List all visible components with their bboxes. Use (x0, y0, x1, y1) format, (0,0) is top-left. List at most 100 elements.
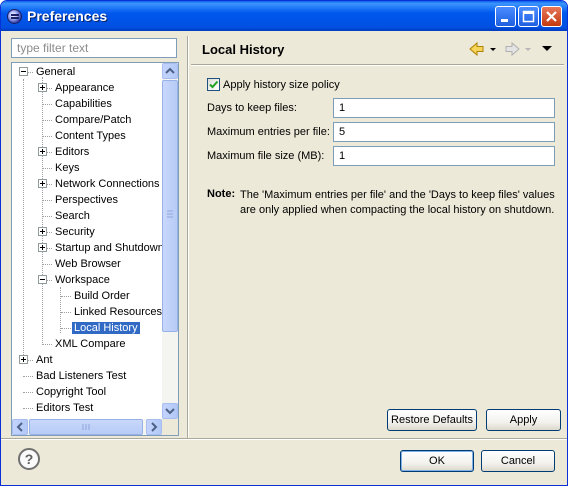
tree-connector (61, 296, 71, 297)
scroll-right-button[interactable] (146, 419, 162, 435)
max-entries-input[interactable] (333, 122, 555, 142)
tree-connector (42, 120, 52, 121)
collapse-icon[interactable] (38, 275, 47, 284)
tree-item[interactable]: XML Compare (55, 336, 126, 352)
tree-item[interactable]: General (36, 64, 75, 80)
horizontal-scroll-thumb[interactable] (29, 419, 143, 435)
expand-icon[interactable] (38, 227, 47, 236)
back-button[interactable] (468, 40, 498, 58)
note-text: The 'Maximum entries per file' and the '… (240, 189, 555, 216)
scroll-thumb[interactable] (162, 80, 178, 332)
tree-horizontal-scrollbar[interactable] (12, 419, 162, 435)
expand-icon[interactable] (38, 243, 47, 252)
days-to-keep-label: Days to keep files: (207, 102, 297, 114)
preference-tree[interactable]: General Appearance Capabilities Compare/Pat… (11, 62, 179, 436)
arrow-right-icon (505, 41, 531, 57)
tree-item-label: Content Types (55, 130, 126, 142)
minimize-button[interactable] (495, 6, 516, 27)
tree-item-label: Build Order (74, 290, 130, 302)
tree-item[interactable]: Workspace (55, 272, 110, 288)
view-menu-button[interactable] (539, 40, 555, 58)
tree-item[interactable]: Perspectives (55, 192, 118, 208)
footer-separator (1, 438, 567, 440)
page-title: Local History (202, 42, 285, 57)
tree-item[interactable]: Compare/Patch (55, 112, 131, 128)
tree-item[interactable]: Content Types (55, 128, 126, 144)
tree-item[interactable]: Linked Resources (74, 304, 162, 320)
tree-guide (42, 77, 43, 345)
expand-icon[interactable] (38, 147, 47, 156)
scroll-corner (162, 419, 178, 435)
chevron-left-icon (16, 422, 23, 432)
apply-policy-label[interactable]: Apply history size policy (223, 79, 340, 91)
tree-item-label: Search (55, 210, 90, 222)
note-label: Note: (207, 188, 236, 200)
minimize-icon (501, 19, 508, 22)
tree-item[interactable]: Editors Test (36, 400, 93, 416)
arrow-left-icon (469, 41, 496, 57)
tree-item-label: Keys (55, 162, 80, 174)
apply-button[interactable]: Apply (486, 409, 561, 431)
tree-item[interactable]: Editors (55, 144, 89, 160)
scroll-up-button[interactable] (162, 63, 178, 79)
tree-item-label: Editors (55, 146, 90, 158)
grip-icon (167, 210, 173, 218)
tree-item[interactable]: Copyright Tool (36, 384, 106, 400)
help-button[interactable]: ? (18, 448, 40, 470)
ok-button[interactable]: OK (400, 450, 474, 472)
cancel-button[interactable]: Cancel (481, 450, 555, 472)
tree-item[interactable]: Keys (55, 160, 79, 176)
tree-item[interactable]: Network Connections (55, 176, 160, 192)
tree-connector (42, 264, 52, 265)
tree-item-label: Web Browser (55, 258, 121, 270)
tree-item-label: Compare/Patch (55, 114, 132, 126)
tree-item-label: Workspace (55, 274, 110, 286)
close-icon (546, 11, 557, 22)
tree-connector (42, 200, 52, 201)
forward-button (503, 40, 533, 58)
tree-item[interactable]: Startup and Shutdown (55, 240, 162, 256)
restore-defaults-button[interactable]: Restore Defaults (387, 409, 477, 431)
expand-icon[interactable] (38, 83, 47, 92)
max-file-size-input[interactable] (333, 146, 555, 166)
tree-item[interactable]: Local History (72, 320, 140, 336)
tree-item[interactable]: Capabilities (55, 96, 112, 112)
title-bar[interactable]: Preferences (1, 1, 567, 31)
tree-item-label: Bad Listeners Test (36, 370, 127, 382)
tree-item[interactable]: Web Browser (55, 256, 121, 272)
tree-item-label: Editors Test (36, 402, 94, 414)
eclipse-icon (7, 9, 22, 24)
tree-item[interactable]: Bad Listeners Test (36, 368, 126, 384)
tree-item[interactable]: Ant (36, 352, 53, 368)
tree-item[interactable]: Appearance (55, 80, 114, 96)
maximize-button[interactable] (518, 6, 539, 27)
tree-connector (23, 376, 33, 377)
expand-icon[interactable] (19, 355, 28, 364)
tree-connector (42, 216, 52, 217)
tree-item-label: Linked Resources (74, 306, 162, 318)
tree-connector (61, 312, 71, 313)
tree-connector (42, 168, 52, 169)
title-separator (191, 64, 564, 66)
tree-item-label: Perspectives (55, 194, 118, 206)
filter-input[interactable] (11, 38, 177, 58)
tree-guide (60, 287, 61, 333)
collapse-icon[interactable] (19, 67, 28, 76)
tree-item[interactable]: Search (55, 208, 90, 224)
close-button[interactable] (541, 6, 562, 27)
scroll-left-button[interactable] (12, 419, 28, 435)
tree-item-label: Ant (36, 354, 53, 366)
max-file-size-label: Maximum file size (MB): (207, 150, 325, 162)
tree-item-label: Appearance (55, 82, 115, 94)
days-to-keep-input[interactable] (333, 98, 555, 118)
tree-vertical-scrollbar[interactable] (162, 63, 178, 419)
scroll-down-button[interactable] (162, 403, 178, 419)
panel-divider[interactable] (187, 36, 189, 438)
tree-item[interactable]: Build Order (74, 288, 130, 304)
tree-item[interactable]: Security (55, 224, 95, 240)
apply-policy-checkbox[interactable] (207, 78, 220, 91)
checkmark-icon (209, 80, 219, 89)
tree-guide (23, 79, 24, 359)
grip-icon (82, 424, 90, 430)
expand-icon[interactable] (38, 179, 47, 188)
